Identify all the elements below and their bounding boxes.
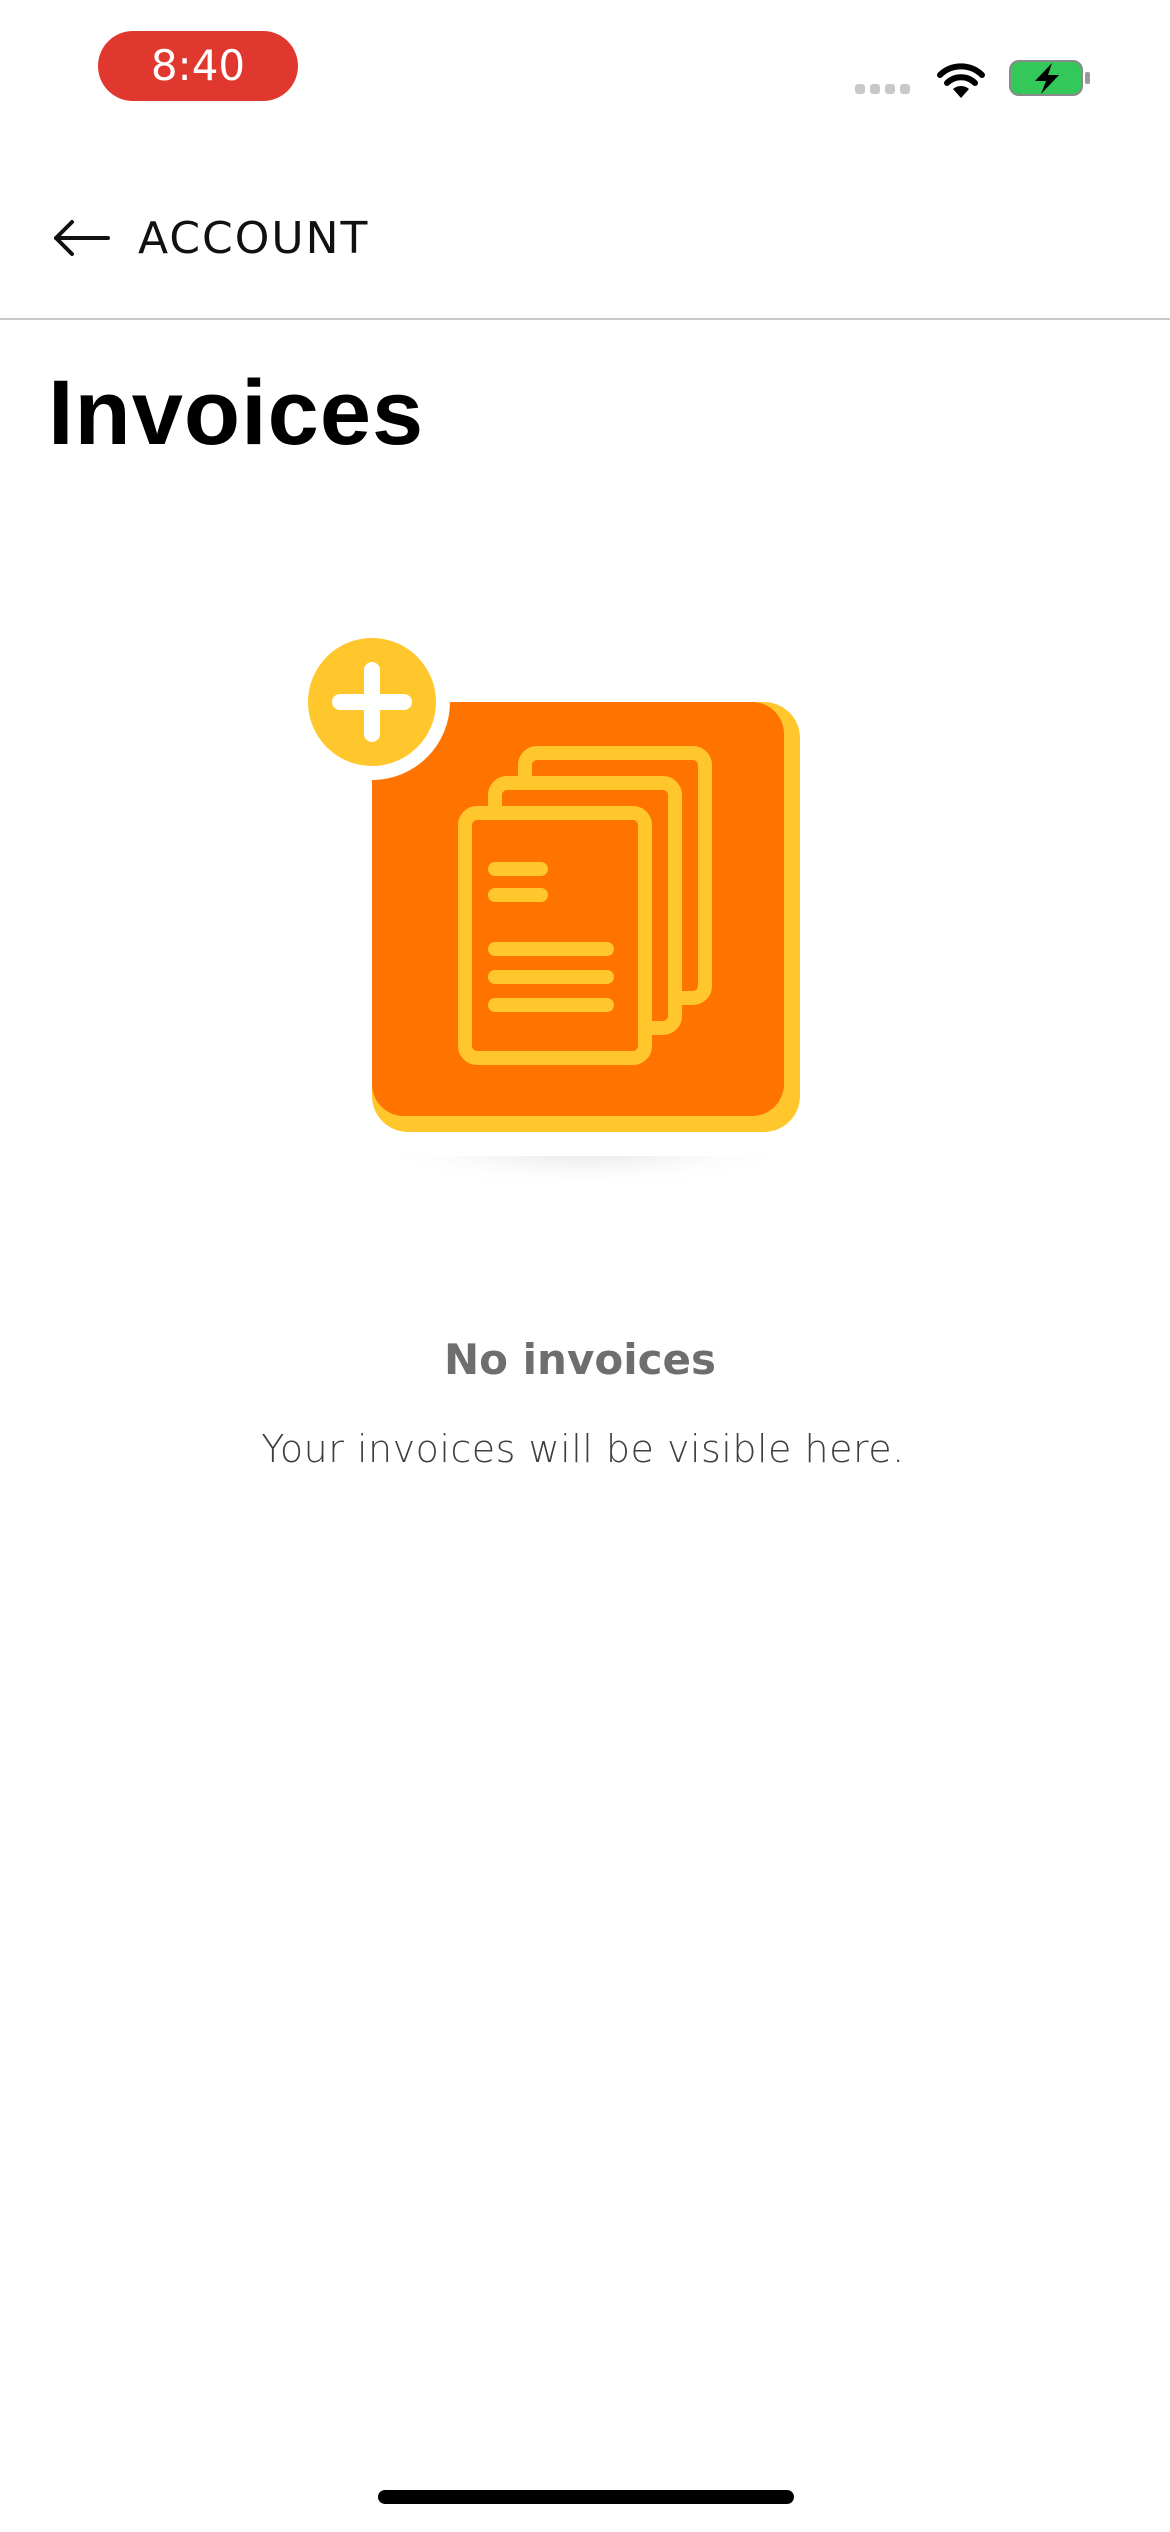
invoices-empty-illustration	[300, 630, 805, 1190]
home-indicator[interactable]	[378, 2490, 794, 2504]
battery-charging-icon	[1009, 60, 1090, 96]
back-button-label: ACCOUNT	[138, 212, 370, 264]
empty-state-subtitle: Your invoices will be visible here.	[261, 1427, 905, 1471]
page-title: Invoices	[48, 362, 425, 464]
back-button[interactable]: ACCOUNT	[40, 190, 381, 286]
arrow-left-icon	[54, 220, 110, 256]
status-time: 8:40	[98, 31, 298, 101]
nav-header: ACCOUNT	[0, 170, 1170, 320]
empty-state-title: No invoices	[444, 1335, 716, 1384]
signal-icon	[855, 84, 910, 94]
header-divider	[0, 318, 1170, 320]
status-bar: 8:40	[0, 0, 1170, 130]
wifi-icon	[937, 63, 985, 98]
